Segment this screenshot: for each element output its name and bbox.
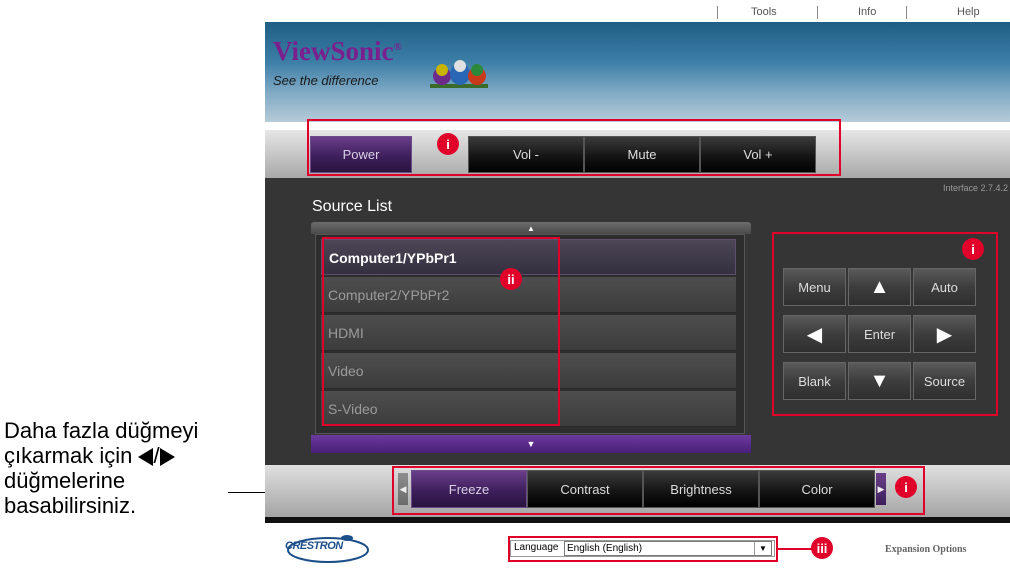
registered-mark: ® [393, 41, 402, 53]
left-triangle-icon [138, 448, 154, 467]
badge-iii: iii [811, 537, 833, 559]
annotation-line-2-text: çıkarmak için [4, 443, 133, 468]
annotation-box-source-list [322, 237, 560, 426]
tools-link[interactable]: Tools [751, 6, 777, 18]
info-link[interactable]: Info [858, 6, 876, 18]
annotation-line-1: Daha fazla düğmeyi [4, 418, 199, 443]
annotation-text: Daha fazla düğmeyi çıkarmak için / düğme… [4, 418, 244, 518]
expansion-options-link[interactable]: Expansion Options [885, 544, 966, 555]
source-list-title: Source List [312, 198, 393, 215]
top-separator [817, 6, 818, 19]
annotation-line-4: basabilirsiniz. [4, 493, 137, 518]
crestron-logo-text: CRESTRON [285, 540, 343, 552]
interface-version: Interface 2.7.4.2 [942, 183, 1008, 193]
top-separator [717, 6, 718, 19]
scroll-up-icon[interactable]: ▲ [311, 222, 751, 234]
tagline: See the difference [273, 73, 379, 88]
viewsonic-logo: ViewSonic® [273, 36, 402, 67]
annotation-box-toolbar [307, 119, 841, 176]
top-separator [906, 6, 907, 19]
annotation-line-2: çıkarmak için / [4, 443, 244, 468]
annotation-line-3: düğmelerine [4, 468, 126, 493]
annotation-connector [778, 548, 812, 550]
scroll-down-icon[interactable]: ▼ [311, 435, 751, 453]
top-link-bar: Tools Info Help [265, 0, 1010, 22]
annotation-box-language [508, 536, 778, 562]
badge-i-picture: i [895, 476, 917, 498]
badge-i-keypad: i [962, 238, 984, 260]
annotation-box-picture-toolbar [392, 466, 925, 515]
badge-i-toolbar: i [437, 133, 459, 155]
annotation-box-keypad [772, 232, 998, 416]
help-link[interactable]: Help [957, 6, 980, 18]
logo-text: ViewSonic [273, 36, 394, 66]
birds-logo-icon [430, 60, 488, 88]
badge-ii: ii [500, 268, 522, 290]
right-triangle-icon [159, 448, 175, 467]
footer-divider [265, 517, 1010, 523]
